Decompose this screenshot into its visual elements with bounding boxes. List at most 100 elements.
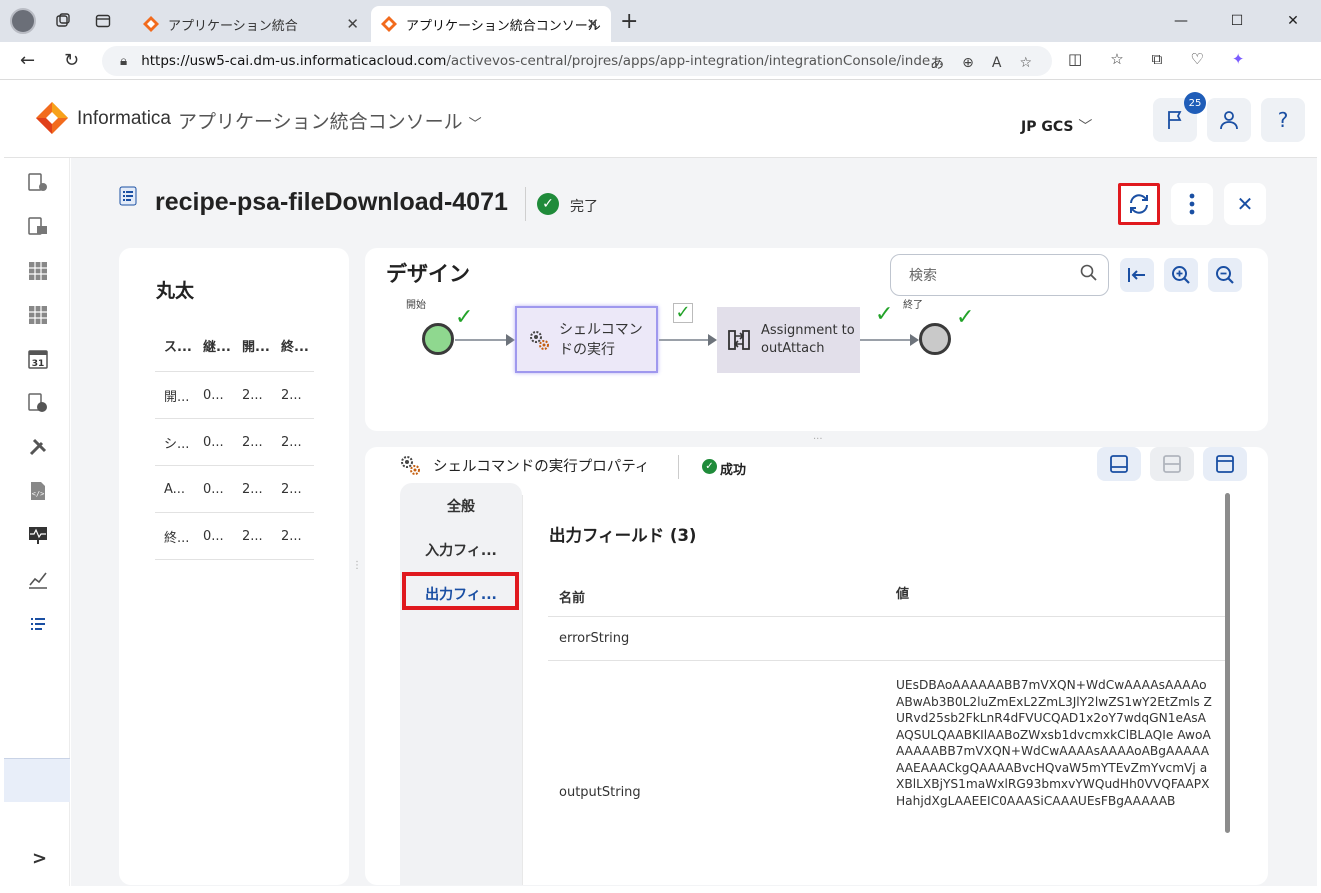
maximize-icon[interactable]: ☐: [1209, 0, 1265, 42]
table-row[interactable]: 開... 0... 2... 2...: [155, 372, 314, 419]
table-cell: 2...: [281, 387, 302, 403]
url-field[interactable]: 🔒︎ https://usw5-cai.dm-us.informaticaclo…: [102, 46, 1052, 76]
column-header-value: 値: [896, 587, 910, 602]
success-check-icon: ✓: [702, 459, 717, 474]
nav-connections-icon[interactable]: [26, 215, 50, 239]
assignment-node[interactable]: Assignment to outAttach: [717, 307, 860, 373]
browser-tab-app-integration[interactable]: アプリケーション統合 ✕: [133, 6, 371, 42]
column-header[interactable]: ス...: [155, 336, 194, 355]
panel-resize-handle[interactable]: ···: [813, 434, 823, 445]
nav-analytics-icon[interactable]: [26, 567, 50, 591]
close-tab-icon[interactable]: ✕: [346, 15, 359, 33]
new-tab-icon[interactable]: +: [620, 9, 638, 34]
assignment-icon: [728, 330, 750, 350]
close-window-icon[interactable]: ✕: [1265, 0, 1321, 42]
node-label: シェルコマンドの実行: [559, 321, 643, 358]
copilot-icon[interactable]: ✦: [1232, 50, 1245, 68]
svg-text:</>: </>: [32, 490, 45, 498]
help-button[interactable]: ?: [1261, 98, 1305, 142]
tab-title: アプリケーション統合コンソール: [406, 18, 601, 34]
zoom-out-button[interactable]: [1208, 258, 1242, 292]
table-row[interactable]: 終... 0... 2... 2...: [155, 513, 314, 560]
profile-avatar[interactable]: [10, 8, 36, 34]
shell-command-node[interactable]: シェルコマンドの実行: [515, 306, 658, 373]
table-cell: 2...: [281, 528, 302, 544]
fit-to-start-button[interactable]: [1120, 258, 1154, 292]
gears-icon: [401, 456, 420, 475]
table-cell: 2...: [281, 434, 302, 450]
split-screen-icon[interactable]: ◫: [1068, 50, 1082, 68]
nav-code-icon[interactable]: </>: [26, 479, 50, 503]
close-icon: ✕: [1236, 192, 1254, 216]
close-button[interactable]: ✕: [1224, 183, 1266, 225]
more-options-button[interactable]: [1171, 183, 1213, 225]
nav-monitor-icon[interactable]: [26, 523, 50, 547]
org-selector[interactable]: JP GCS ﹀: [1021, 116, 1092, 136]
translate-icon[interactable]: あ: [930, 53, 944, 73]
zoom-icon[interactable]: ⊕: [962, 55, 974, 71]
completed-check-icon: ✓: [956, 305, 975, 330]
page-title: recipe-psa-fileDownload-4071: [155, 188, 508, 216]
table-cell: 0...: [203, 434, 224, 450]
reload-icon[interactable]: ↻: [64, 50, 79, 71]
table-cell: 2...: [242, 528, 263, 544]
app-switcher[interactable]: アプリケーション統合コンソール ﹀: [178, 107, 482, 134]
collections-icon[interactable]: ⧉: [1152, 50, 1163, 68]
app-header: Informatica アプリケーション統合コンソール ﹀ JP GCS ﹀ 2…: [4, 80, 1317, 158]
address-bar: ← ↻ 🔒︎ https://usw5-cai.dm-us.informatic…: [0, 42, 1321, 80]
browser-essentials-icon[interactable]: ♡: [1190, 50, 1203, 68]
refresh-icon: [1130, 194, 1148, 214]
table-cell: 2...: [242, 481, 263, 497]
log-document-icon: [119, 186, 137, 206]
table-row[interactable]: errorString: [548, 617, 1227, 661]
nav-grid2-icon[interactable]: [26, 303, 50, 327]
workspaces-icon[interactable]: [50, 8, 76, 34]
connector: [860, 339, 912, 341]
node-label: Assignment to outAttach: [761, 323, 855, 356]
column-header[interactable]: 終...: [272, 336, 311, 355]
nav-logs-icon[interactable]: [26, 612, 50, 636]
nav-schedule-icon[interactable]: [26, 391, 50, 415]
expand-nav-icon[interactable]: >: [32, 848, 47, 869]
layout-top-button[interactable]: [1203, 447, 1247, 481]
tab-input-fields[interactable]: 入力フィ...: [400, 540, 522, 560]
nav-tools-icon[interactable]: [26, 435, 50, 459]
table-row[interactable]: outputString UEsDBAoAAAAAABB7mVXQN+WdCwA…: [548, 661, 1227, 885]
table-row[interactable]: シ... 0... 2... 2...: [155, 419, 314, 466]
refresh-button[interactable]: [1118, 183, 1160, 225]
nav-processes-icon[interactable]: [26, 171, 50, 195]
tab-output-fields[interactable]: 出力フィ...: [400, 584, 522, 604]
nav-calendar-icon[interactable]: 31: [26, 347, 50, 371]
arrow-to-start-icon: [1128, 268, 1145, 282]
design-search-input[interactable]: 検索: [890, 254, 1109, 296]
connector: [455, 339, 507, 341]
status-text: 完了: [570, 199, 598, 215]
layout-split-button[interactable]: [1150, 447, 1194, 481]
column-header[interactable]: 開...: [233, 336, 272, 355]
tab-general[interactable]: 全般: [400, 496, 522, 516]
back-icon[interactable]: ←: [20, 50, 35, 71]
minimize-icon[interactable]: —: [1153, 0, 1209, 42]
success-check-icon: ✓: [537, 193, 559, 215]
favorites-icon[interactable]: ☆: [1110, 50, 1123, 68]
layout-bottom-button[interactable]: [1097, 447, 1141, 481]
end-node[interactable]: [919, 323, 951, 355]
browser-tab-integration-console[interactable]: アプリケーション統合コンソール ✕: [371, 6, 611, 42]
favorite-star-icon[interactable]: ☆: [1019, 55, 1032, 71]
url-host: https://usw5-cai.dm-us.informaticacloud.…: [141, 53, 447, 69]
tab-actions-icon[interactable]: [90, 8, 116, 34]
read-aloud-icon[interactable]: A: [992, 55, 1002, 71]
close-tab-icon[interactable]: ✕: [586, 15, 599, 33]
table-row[interactable]: A... 0... 2... 2...: [155, 466, 314, 513]
resize-handle[interactable]: ⋮: [352, 560, 362, 571]
panel-top-icon: [1216, 455, 1234, 473]
nav-grid-icon[interactable]: [26, 259, 50, 283]
divider: [525, 187, 526, 221]
zoom-in-button[interactable]: [1164, 258, 1198, 292]
properties-status: 成功: [720, 463, 747, 478]
informatica-logo-icon: [36, 102, 68, 134]
column-header[interactable]: 継...: [194, 336, 233, 355]
user-profile-button[interactable]: [1207, 98, 1251, 142]
start-node[interactable]: [422, 323, 454, 355]
scrollbar[interactable]: [1225, 493, 1230, 833]
